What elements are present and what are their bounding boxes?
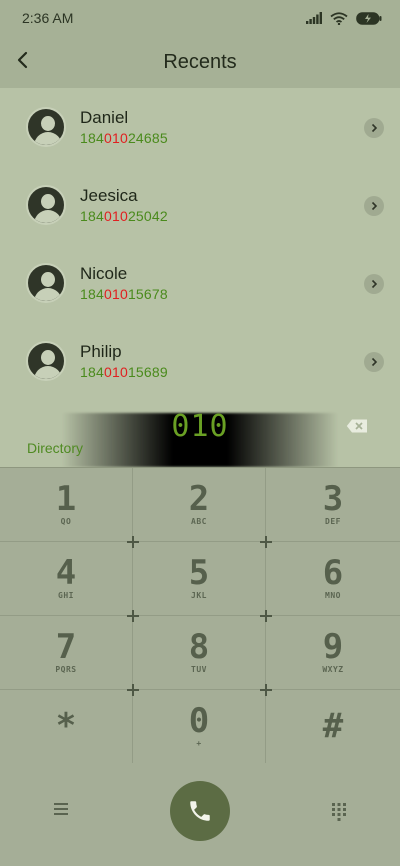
chevron-right-icon: [371, 279, 378, 289]
grid-cross: [127, 536, 139, 548]
key-letters: WXYZ: [322, 665, 344, 674]
key-digit: 6: [322, 553, 344, 593]
battery-icon: [356, 11, 382, 25]
key-9[interactable]: 9 WXYZ: [266, 616, 400, 690]
key-4[interactable]: 4 GHI: [0, 542, 133, 616]
key-digit: 4: [55, 553, 77, 593]
wifi-icon: [330, 11, 348, 25]
person-icon: [26, 185, 66, 225]
grid-cross: [260, 610, 272, 622]
key-digit: 5: [188, 553, 210, 593]
key-letters: QO: [60, 517, 72, 526]
key-letters: DEF: [325, 517, 341, 526]
dial-input-bar: 010 Directory: [0, 405, 400, 467]
key-letters: PQRS: [55, 665, 77, 674]
key-digit: 0: [188, 701, 210, 741]
contact-details-button[interactable]: [364, 196, 384, 216]
key-6[interactable]: 6 MNO: [266, 542, 400, 616]
keypad: 1 QO 2 ABC 3 DEF 4 GHI 5 JKL 6 MNO 7 PQRS 8 TUV …: [0, 467, 400, 764]
contact-number: 18401015678: [80, 286, 168, 302]
key-letters: +: [196, 739, 202, 748]
contact-row-daniel[interactable]: Daniel 18401024685: [0, 88, 400, 166]
contact-row-jeesica[interactable]: Jeesica 18401025042: [0, 166, 400, 244]
contact-details-button[interactable]: [364, 352, 384, 372]
key-digit: 7: [55, 627, 77, 667]
back-button[interactable]: [10, 48, 34, 72]
key-5[interactable]: 5 JKL: [133, 542, 266, 616]
contact-number: 18401024685: [80, 130, 168, 146]
contact-row-nicole[interactable]: Nicole 18401015678: [0, 244, 400, 322]
key-digit: 1: [55, 479, 77, 519]
key-star[interactable]: *: [0, 690, 133, 764]
chevron-left-icon: [17, 51, 28, 69]
number-match: 010: [103, 130, 128, 146]
bottom-bar: [0, 763, 400, 866]
status-time: 2:36 AM: [22, 10, 74, 26]
contact-number: 18401015689: [80, 364, 168, 380]
grid-cross: [127, 610, 139, 622]
key-digit: 2: [188, 479, 210, 519]
grid-cross: [127, 684, 139, 696]
key-digit: 8: [188, 627, 210, 667]
key-letters: JKL: [191, 591, 207, 600]
call-button[interactable]: [170, 781, 230, 841]
contact-text: Daniel 18401024685: [80, 107, 168, 147]
phone-icon: [190, 801, 210, 821]
key-letters: MNO: [325, 591, 341, 600]
key-letters: GHI: [58, 591, 74, 600]
contact-name: Philip: [80, 342, 122, 361]
chevron-right-icon: [371, 201, 378, 211]
contact-name: Daniel: [80, 108, 129, 127]
chevron-right-icon: [371, 123, 378, 133]
grid-cross: [260, 684, 272, 696]
contact-row-philip[interactable]: Philip 18401015689: [0, 322, 400, 400]
backspace-icon[interactable]: [346, 419, 368, 433]
key-letters: TUV: [191, 665, 207, 674]
key-digit: 3: [322, 479, 344, 519]
dial-display[interactable]: 010: [0, 409, 400, 444]
contact-name: Jeesica: [80, 186, 138, 205]
contact-details-button[interactable]: [364, 274, 384, 294]
status-bar: 2:36 AM: [0, 0, 400, 36]
key-digit: 9: [322, 627, 344, 667]
contact-text: Nicole 18401015678: [80, 263, 168, 303]
status-icons: [306, 11, 382, 25]
page-title: Recents: [163, 50, 237, 73]
chevron-right-icon: [371, 357, 378, 367]
recents-list: Daniel 18401024685 Jeesica 18401025042 N…: [0, 88, 400, 400]
key-1[interactable]: 1 QO: [0, 468, 133, 542]
number-match: 010: [103, 286, 128, 302]
key-digit: #: [322, 706, 344, 746]
key-letters: ABC: [191, 517, 207, 526]
key-3[interactable]: 3 DEF: [266, 468, 400, 542]
person-icon: [26, 341, 66, 381]
contact-name: Nicole: [80, 264, 128, 283]
key-digit: *: [55, 706, 77, 746]
key-2[interactable]: 2 ABC: [133, 468, 266, 542]
contact-text: Philip 18401015689: [80, 341, 168, 381]
key-0[interactable]: 0 +: [133, 690, 266, 764]
contact-number: 18401025042: [80, 208, 168, 224]
number-match: 010: [103, 364, 128, 380]
person-icon: [26, 107, 66, 147]
header: Recents: [0, 36, 400, 88]
contact-text: Jeesica 18401025042: [80, 185, 168, 225]
menu-icon[interactable]: [52, 801, 70, 817]
contact-details-button[interactable]: [364, 118, 384, 138]
dialpad-icon[interactable]: [330, 801, 348, 821]
key-8[interactable]: 8 TUV: [133, 616, 266, 690]
number-match: 010: [103, 208, 128, 224]
grid-cross: [260, 536, 272, 548]
person-icon: [26, 263, 66, 303]
key-hash[interactable]: #: [266, 690, 400, 764]
key-7[interactable]: 7 PQRS: [0, 616, 133, 690]
signal-icon: [306, 12, 322, 24]
directory-link[interactable]: Directory: [27, 440, 83, 456]
